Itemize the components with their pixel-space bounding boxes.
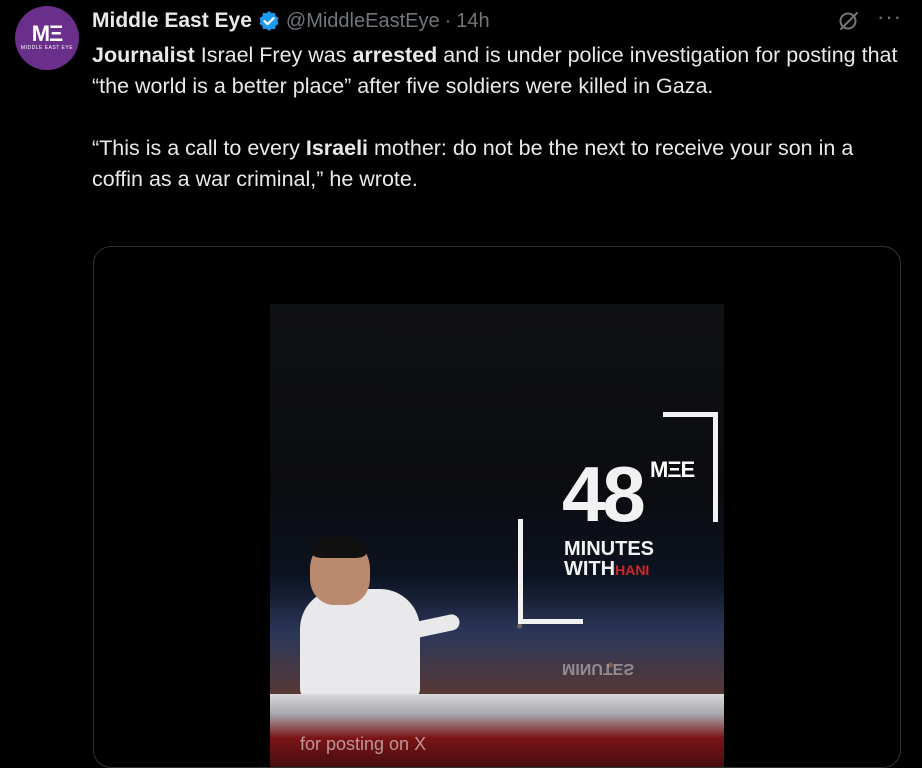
person-body	[300, 589, 420, 699]
author-handle[interactable]: @MiddleEastEye	[286, 10, 440, 33]
more-icon[interactable]: ···	[877, 6, 902, 28]
author-avatar[interactable]: MΞ MIDDLE EAST EYE	[15, 6, 79, 70]
video-frame[interactable]: 48 MΞE MINUTES WITHHANI MINUTES for post…	[270, 304, 724, 767]
bold-israeli: Israeli	[305, 136, 369, 160]
header-actions: ···	[837, 6, 902, 33]
separator-dot: ·	[444, 9, 452, 32]
grok-icon[interactable]	[837, 9, 861, 33]
tweet-text: Journalist Israel Frey was arrested and …	[92, 40, 902, 195]
text-segment: Israel Frey was	[194, 43, 353, 67]
show-title-line1: MINUTES	[564, 538, 654, 560]
tweet-paragraph-2: “This is a call to every Israeli mother:…	[92, 133, 902, 195]
video-caption: for posting on X	[300, 734, 427, 754]
tweet-paragraph-1: Journalist Israel Frey was arrested and …	[92, 40, 902, 102]
studio-desk	[270, 694, 724, 767]
tweet-header: Middle East Eye @MiddleEastEye · 14h ···	[92, 6, 902, 36]
author-name[interactable]: Middle East Eye	[92, 9, 252, 33]
show-title-line2: WITHHANI	[564, 559, 649, 580]
person-kippah	[312, 536, 366, 558]
with-text: WITH	[564, 558, 616, 580]
text-segment: “This is a call to every	[92, 136, 306, 160]
media-card[interactable]: 48 MΞE MINUTES WITHHANI MINUTES for post…	[93, 246, 901, 768]
bold-journalist: Journalist	[92, 43, 195, 67]
mee-logo-overlay: MΞE	[650, 457, 695, 482]
bold-arrested: arrested	[352, 43, 438, 67]
avatar-subtitle: MIDDLE EAST EYE	[20, 45, 74, 51]
timestamp[interactable]: 14h	[456, 10, 489, 33]
desk-reflection: MINUTES	[562, 660, 634, 677]
hani-text: HANI	[615, 562, 650, 578]
show-number: 48	[562, 450, 646, 538]
verified-badge-icon[interactable]	[258, 10, 280, 32]
avatar-logo: MΞ	[31, 21, 64, 46]
